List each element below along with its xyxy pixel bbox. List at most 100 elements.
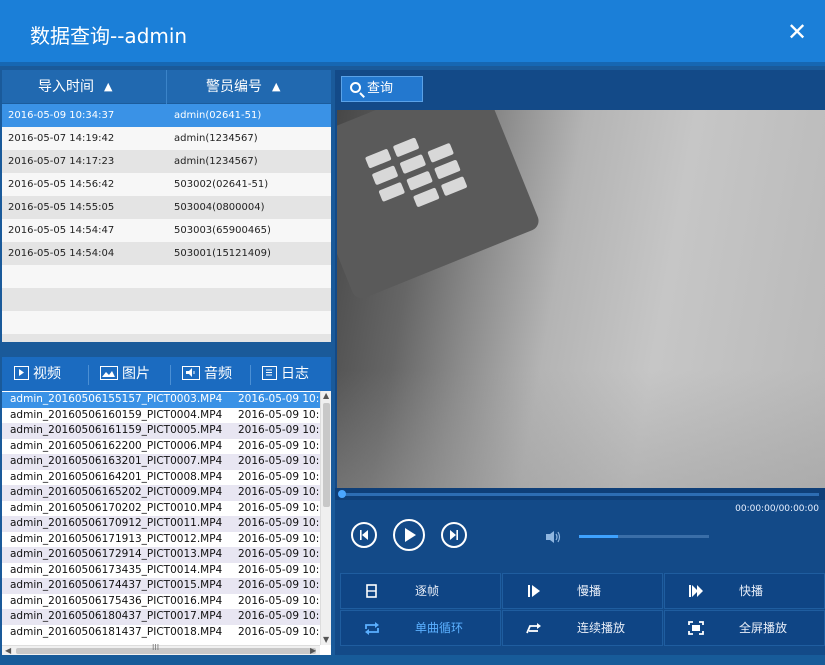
- file-date: 2016-05-09 10:34: [238, 486, 331, 498]
- file-date: 2016-05-09 10:34: [238, 470, 331, 483]
- file-name: admin_20160506173435_PICT0014.MP4: [10, 563, 223, 576]
- loop-single-button[interactable]: 单曲循环: [340, 610, 501, 646]
- file-name: admin_20160506171913_PICT0012.MP4: [10, 532, 223, 545]
- tab-log[interactable]: 日志: [262, 357, 309, 391]
- tab-audio[interactable]: 音频: [182, 357, 232, 391]
- table-row[interactable]: 2016-05-07 14:17:23 admin(1234567): [2, 150, 331, 173]
- window-bottom-border: [0, 655, 825, 665]
- column-divider: [166, 70, 167, 104]
- table-row[interactable]: 2016-05-05 14:54:47 503003(65900465): [2, 219, 331, 242]
- list-item[interactable]: admin_20160506165202_PICT0009.MP4! 2016-0…: [2, 485, 331, 501]
- list-item[interactable]: admin_20160506163201_PICT0007.MP4! 2016-0…: [2, 454, 331, 470]
- import-time-cell: 2016-05-05 14:54:47: [8, 225, 115, 236]
- records-table: 2016-05-09 10:34:37 admin(02641-51) 2016-…: [2, 104, 331, 342]
- tab-video[interactable]: 视频: [14, 357, 61, 391]
- log-icon: [262, 366, 277, 380]
- list-item[interactable]: admin_20160506171913_PICT0012.MP4! 2016-0…: [2, 531, 331, 547]
- list-item[interactable]: admin_20160506160159_PICT0004.MP4! 2016-0…: [2, 407, 331, 423]
- list-item[interactable]: admin_20160506170202_PICT0010.MP4! 2016-0…: [2, 500, 331, 516]
- file-date: 2016-05-09 10:34: [238, 594, 331, 607]
- column-officer-id[interactable]: 警员编号 ▲: [206, 70, 280, 104]
- close-icon[interactable]: ✕: [783, 18, 811, 46]
- table-row[interactable]: 2016-05-05 14:55:05 503004(0800004): [2, 196, 331, 219]
- table-row[interactable]: 2016-05-05 14:56:42 503002(02641-51): [2, 173, 331, 196]
- query-button[interactable]: 查询: [341, 76, 423, 102]
- table-row[interactable]: 2016-05-05 14:54:04 503001(15121409): [2, 242, 331, 265]
- title-bar: 数据查询--admin ✕: [0, 0, 825, 66]
- list-item[interactable]: admin_20160506173435_PICT0014.MP4! 2016-0…: [2, 562, 331, 578]
- list-item[interactable]: admin_20160506161159_PICT0005.MP4! 2016-0…: [2, 423, 331, 439]
- file-date: 2016-05-09 10:34: [238, 424, 331, 436]
- list-item[interactable]: admin_20160506180437_PICT0017.MP4! 2016-0…: [2, 609, 331, 625]
- import-time-cell: 2016-05-09 10:34:37: [8, 110, 115, 121]
- list-item[interactable]: admin_20160506172914_PICT0013.MP4! 2016-0…: [2, 547, 331, 563]
- volume-level: [579, 535, 618, 538]
- column-officer-id-label: 警员编号: [206, 79, 262, 95]
- file-date: 2016-05-09 10:34: [238, 455, 331, 467]
- file-name: admin_20160506175436_PICT0016.MP4: [10, 594, 223, 607]
- fast-play-button[interactable]: 快播: [664, 573, 825, 609]
- tab-image[interactable]: 图片: [100, 357, 150, 391]
- scroll-thumb[interactable]: [323, 403, 330, 507]
- search-icon: [350, 82, 361, 93]
- player-panel: 查询 00:00:00/00:00:00 逐帧 慢播 快播 单曲循环 连续播放 …: [335, 70, 825, 665]
- file-name: admin_20160506180437_PICT0017.MP4: [10, 610, 223, 622]
- list-item[interactable]: admin_20160506162200_PICT0006.MP4! 2016-0…: [2, 438, 331, 454]
- file-flag: !: [218, 548, 223, 560]
- video-frame[interactable]: [337, 110, 825, 488]
- file-flag: !: [218, 625, 223, 638]
- continuous-play-button[interactable]: 连续播放: [502, 610, 663, 646]
- list-item[interactable]: admin_20160506164201_PICT0008.MP4! 2016-0…: [2, 469, 331, 485]
- import-time-cell: 2016-05-05 14:56:42: [8, 179, 115, 190]
- file-name: admin_20160506155157_PICT0003.MP4: [10, 393, 223, 405]
- next-button[interactable]: [441, 522, 467, 548]
- file-name: admin_20160506170202_PICT0010.MP4: [10, 501, 223, 514]
- scroll-down-icon[interactable]: ▼: [323, 635, 329, 644]
- file-name: admin_20160506163201_PICT0007.MP4: [10, 455, 223, 467]
- list-item[interactable]: admin_20160506170912_PICT0011.MP4! 2016-0…: [2, 516, 331, 532]
- column-import-time[interactable]: 导入时间 ▲: [38, 70, 112, 104]
- file-list: admin_20160506155157_PICT0003.MP4! 2016-0…: [2, 391, 331, 655]
- empty-row: [2, 311, 331, 334]
- previous-button[interactable]: [351, 522, 377, 548]
- file-name: admin_20160506161159_PICT0005.MP4: [10, 424, 223, 436]
- file-date: 2016-05-09 10:34: [238, 517, 331, 529]
- playback-progress[interactable]: [335, 488, 825, 500]
- tab-divider: [170, 365, 171, 385]
- file-name: admin_20160506165202_PICT0009.MP4: [10, 486, 223, 498]
- scroll-right-icon[interactable]: ▶: [310, 646, 316, 655]
- file-date: 2016-05-09 10:34: [238, 439, 331, 452]
- media-tabs: 视频 图片 音频 日志: [2, 357, 331, 391]
- slow-play-button[interactable]: 慢播: [502, 573, 663, 609]
- column-import-time-label: 导入时间: [38, 79, 94, 95]
- file-date: 2016-05-09 10:34: [238, 579, 331, 591]
- volume-icon[interactable]: [545, 529, 563, 543]
- vertical-scrollbar[interactable]: ▲ ▼: [320, 391, 331, 645]
- table-row[interactable]: 2016-05-09 10:34:37 admin(02641-51): [2, 104, 331, 127]
- tab-divider: [250, 365, 251, 385]
- table-row[interactable]: 2016-05-07 14:19:42 admin(1234567): [2, 127, 331, 150]
- video-icon: [14, 366, 29, 380]
- skip-forward-icon: [450, 530, 458, 540]
- scroll-left-icon[interactable]: ◀: [5, 646, 11, 655]
- volume-slider[interactable]: [579, 535, 709, 538]
- sort-up-icon: ▲: [104, 80, 113, 93]
- play-button[interactable]: [393, 519, 425, 551]
- list-item[interactable]: admin_20160506174437_PICT0015.MP4! 2016-0…: [2, 578, 331, 594]
- file-flag: !: [218, 424, 223, 436]
- scroll-thumb[interactable]: [16, 648, 316, 654]
- left-panel: 导入时间 ▲ 警员编号 ▲ 2016-05-09 10:34:37 admin(026…: [0, 70, 331, 665]
- file-flag: !: [218, 517, 223, 529]
- list-item[interactable]: admin_20160506181437_PICT0018.MP4! 2016-0…: [2, 624, 331, 640]
- horizontal-scrollbar[interactable]: ◀ III ▶: [2, 643, 320, 655]
- scroll-up-icon[interactable]: ▲: [323, 391, 329, 400]
- officer-cell: 503003(65900465): [174, 225, 271, 236]
- list-item[interactable]: admin_20160506155157_PICT0003.MP4! 2016-0…: [2, 392, 331, 408]
- list-item[interactable]: admin_20160506175436_PICT0016.MP4! 2016-0…: [2, 593, 331, 609]
- frame-step-button[interactable]: 逐帧: [340, 573, 501, 609]
- file-flag: !: [218, 408, 223, 421]
- file-flag: !: [218, 501, 223, 514]
- audio-icon: [182, 366, 200, 380]
- fullscreen-button[interactable]: 全屏播放: [664, 610, 825, 646]
- progress-knob[interactable]: [338, 490, 346, 498]
